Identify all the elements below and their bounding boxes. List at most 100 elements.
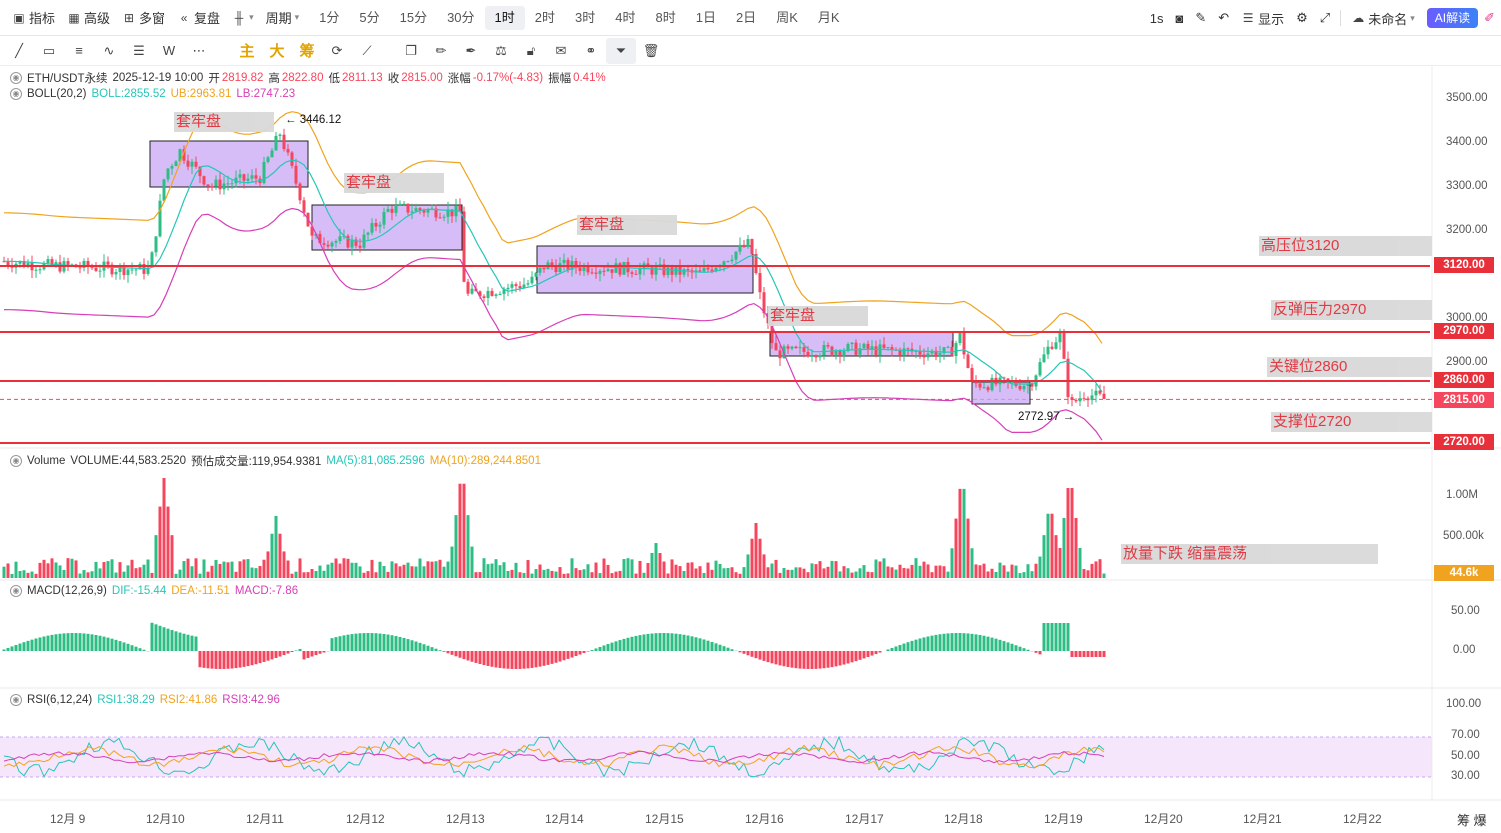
volume-bar: [690, 562, 694, 578]
volume-bar: [618, 570, 622, 578]
macd-bar: [366, 633, 370, 651]
candle-body: [494, 294, 498, 296]
trap-label-1[interactable]: 套牢盘: [174, 112, 274, 132]
candle-body: [1086, 398, 1090, 401]
eye-icon[interactable]: ◉: [10, 72, 22, 84]
macd-bar: [610, 642, 614, 651]
level-line-2720[interactable]: [0, 442, 1430, 444]
macd-bar: [686, 635, 690, 651]
volume-bar: [238, 561, 242, 578]
macd-bar: [126, 643, 130, 651]
volume-bar: [810, 563, 814, 578]
eye-icon[interactable]: ◉: [10, 694, 22, 706]
macd-bar: [1054, 623, 1058, 651]
volume-bar: [266, 551, 270, 578]
macd-axis-label: 50.00: [1451, 605, 1480, 617]
volume-bar: [650, 553, 654, 578]
candle-body: [510, 284, 514, 288]
candle-body: [514, 284, 518, 287]
candle-body: [706, 267, 710, 270]
macd-bar: [474, 651, 478, 663]
macd-bar: [730, 649, 734, 651]
candle-body: [222, 183, 226, 190]
price-axis-label: 3400.00: [1446, 136, 1488, 148]
volume-bar: [1066, 488, 1070, 578]
candle-body: [238, 174, 242, 178]
volume-bar: [294, 571, 298, 578]
volume-bar: [1018, 573, 1022, 578]
trap-label-2[interactable]: 套牢盘: [344, 173, 444, 193]
candle-body: [326, 244, 330, 247]
eye-icon[interactable]: ◉: [10, 455, 22, 467]
candle-body: [982, 387, 986, 389]
volume-bar: [338, 563, 342, 578]
volume-bar: [634, 573, 638, 578]
rsi-name: RSI(6,12,24): [27, 694, 93, 706]
volume-bar: [34, 573, 38, 578]
volume-bar: [574, 568, 578, 578]
candle-body: [750, 239, 754, 254]
macd-bar: [390, 635, 394, 651]
volume-bar: [194, 558, 198, 578]
volume-note-label[interactable]: 放量下跌 缩量震荡: [1121, 544, 1378, 564]
volume-bar: [122, 571, 126, 578]
eye-icon[interactable]: ◉: [10, 88, 22, 100]
volume-bar: [94, 561, 98, 578]
trap-label-3[interactable]: 套牢盘: [577, 215, 677, 235]
macd-bar: [90, 634, 94, 651]
candle-body: [114, 271, 118, 275]
macd-bar: [186, 634, 190, 651]
level-line-3120[interactable]: [0, 265, 1430, 267]
corner-tools[interactable]: 筹 爆: [1457, 810, 1487, 829]
macd-bar: [470, 651, 474, 662]
candle-body: [906, 348, 910, 350]
volume-name: Volume: [27, 455, 66, 467]
volume-bar: [862, 565, 866, 578]
resistance-label-3120[interactable]: 高压位3120: [1259, 236, 1432, 256]
macd-bar: [130, 645, 134, 651]
volume-bar: [606, 564, 610, 578]
candle-body: [358, 245, 362, 248]
candle-body: [186, 160, 190, 167]
volume-bar: [566, 573, 570, 578]
macd-bar: [1014, 645, 1018, 651]
macd-bar: [666, 633, 670, 651]
volume-bar: [894, 569, 898, 578]
volume-bar: [154, 535, 158, 578]
support-label-2720[interactable]: 支撑位2720: [1271, 412, 1432, 432]
macd-legend: ◉ MACD(12,26,9) DIF:-15.44 DEA:-11.51 MA…: [10, 585, 303, 597]
candle-body: [442, 216, 446, 218]
candle-body: [374, 223, 378, 227]
volume-current-tag: 44.6k: [1434, 565, 1494, 581]
macd-bar: [958, 633, 962, 651]
level-line-2970[interactable]: [0, 331, 1430, 333]
macd-bar: [678, 634, 682, 651]
macd-bar: [902, 643, 906, 651]
eye-icon[interactable]: ◉: [10, 585, 22, 597]
level-line-2860[interactable]: [0, 380, 1430, 382]
volume-bar: [10, 573, 14, 578]
key-label-2860[interactable]: 关键位2860: [1267, 357, 1432, 377]
rebound-label-2970[interactable]: 反弹压力2970: [1271, 300, 1432, 320]
candle-body: [1074, 399, 1078, 402]
volume-bar: [962, 488, 966, 578]
macd-bar: [98, 635, 102, 651]
volume-bar: [1070, 488, 1074, 578]
volume-ma10: MA(10):289,244.8501: [429, 455, 541, 467]
macd-bar: [626, 637, 630, 651]
trap-label-4[interactable]: 套牢盘: [768, 306, 868, 326]
date-label: 12月12: [346, 812, 385, 826]
macd-bar: [906, 642, 910, 651]
macd-bar: [986, 636, 990, 651]
candle-body: [78, 267, 82, 269]
macd-bar: [954, 633, 958, 651]
date-label: 12月19: [1044, 812, 1083, 826]
candle-body: [154, 236, 158, 253]
macd-bar: [574, 651, 578, 657]
macd-bar: [690, 636, 694, 651]
volume-bar: [206, 571, 210, 578]
candle-body: [1018, 385, 1022, 390]
candle-body: [330, 242, 334, 247]
date-label: 12月16: [745, 812, 784, 826]
macd-bar: [442, 651, 446, 652]
